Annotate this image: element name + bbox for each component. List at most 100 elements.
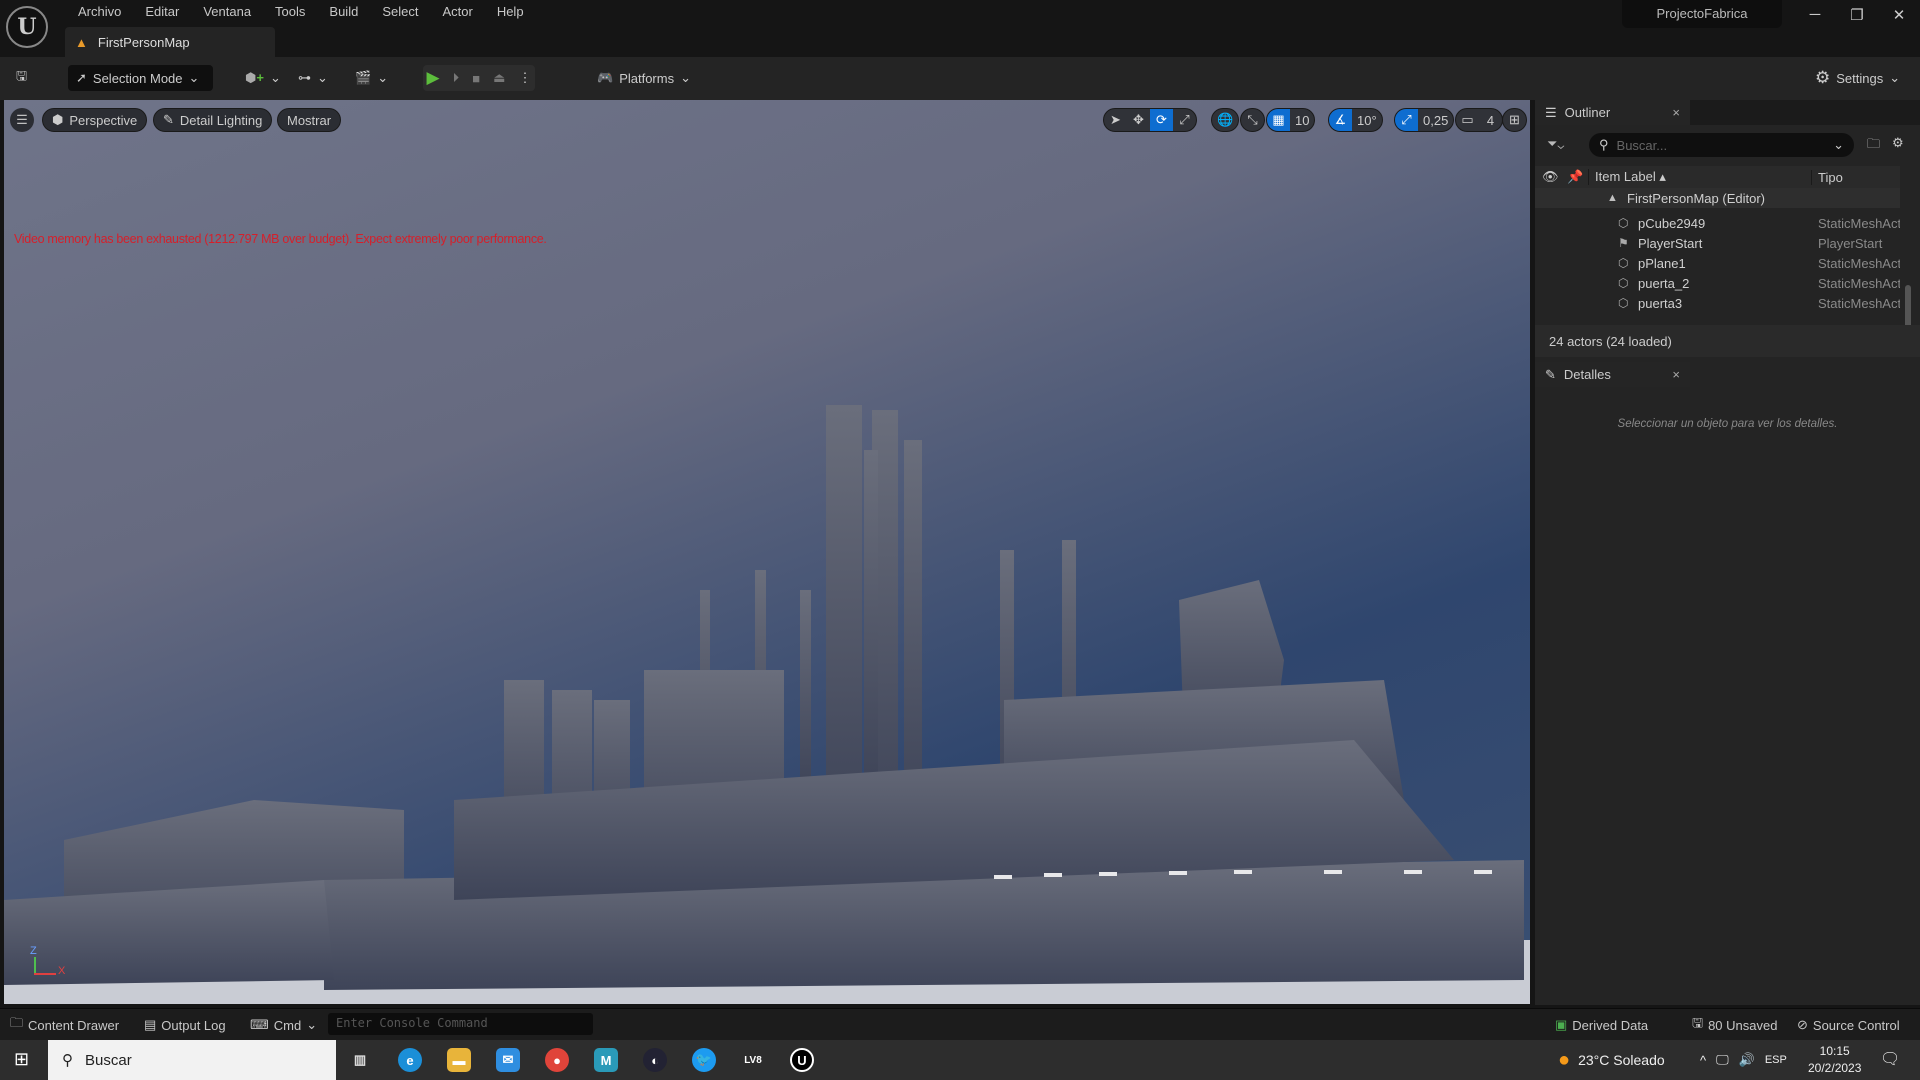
item-label: PlayerStart bbox=[1638, 235, 1703, 251]
add-folder-icon[interactable]: 🗀 bbox=[1867, 135, 1880, 157]
console-input[interactable]: Enter Console Command bbox=[328, 1013, 593, 1035]
twitter-icon[interactable]: 🐦 bbox=[692, 1048, 716, 1072]
item-type: PlayerStart bbox=[1818, 235, 1883, 251]
select-tool-icon[interactable]: ➤ bbox=[1104, 109, 1127, 131]
save-icon[interactable]: 🖫 bbox=[16, 65, 27, 91]
camera-speed[interactable]: ▭ 4 bbox=[1455, 108, 1503, 132]
weather-widget[interactable]: ● 23°C Soleado bbox=[1558, 1040, 1665, 1080]
rotation-snap[interactable]: ∡ 10° bbox=[1328, 108, 1383, 132]
tab-first-person-map[interactable]: ▲ FirstPersonMap bbox=[65, 27, 275, 57]
rotation-snap-value[interactable]: 10° bbox=[1352, 109, 1382, 131]
tab-outliner[interactable]: ☰ Outliner × bbox=[1535, 100, 1690, 125]
task-view-icon[interactable]: ▥ bbox=[348, 1048, 372, 1072]
edge-icon[interactable]: e bbox=[398, 1048, 422, 1072]
source-control-button[interactable]: ⊘ Source Control bbox=[1797, 1015, 1900, 1035]
cinema4d-icon[interactable]: ◐ bbox=[643, 1048, 667, 1072]
perspective-button[interactable]: ⬢ Perspective bbox=[42, 108, 148, 132]
stop-icon[interactable]: ■ bbox=[472, 71, 480, 86]
details-empty-message: Seleccionar un objeto para ver los detal… bbox=[1617, 418, 1838, 430]
selection-mode-dropdown[interactable]: ➚ Selection Mode ⌄ bbox=[68, 65, 213, 91]
surface-snap-toggle[interactable]: ⤡ bbox=[1240, 108, 1265, 132]
viewport-layout-button[interactable]: ⊞ bbox=[1502, 108, 1527, 132]
unreal-taskbar-icon[interactable]: U bbox=[790, 1048, 814, 1072]
scale-snap-value[interactable]: 0,25 bbox=[1418, 109, 1453, 131]
maya-icon[interactable]: M bbox=[594, 1048, 618, 1072]
lighting-mode-button[interactable]: ✎ Detail Lighting bbox=[153, 108, 273, 132]
menu-editar[interactable]: Editar bbox=[133, 4, 191, 20]
scale-snap[interactable]: ⤢ 0,25 bbox=[1394, 108, 1455, 132]
taskbar-search-label: Buscar bbox=[85, 1051, 132, 1069]
menu-build[interactable]: Build bbox=[317, 4, 370, 20]
item-label-column[interactable]: Item Label ▴ bbox=[1588, 169, 1666, 185]
output-log-button[interactable]: ▤ Output Log bbox=[144, 1015, 226, 1035]
gear-icon[interactable]: ⚙ bbox=[1892, 135, 1904, 151]
close-outliner-icon[interactable]: × bbox=[1672, 105, 1680, 120]
close-details-icon[interactable]: × bbox=[1672, 367, 1680, 382]
list-item[interactable]: ⬡ pPlane1 StaticMeshActor bbox=[1535, 253, 1900, 273]
settings-label: Settings bbox=[1836, 70, 1884, 86]
clock[interactable]: 10:15 20/2/2023 bbox=[1808, 1043, 1861, 1077]
content-drawer-icon: 🗀 bbox=[10, 1015, 24, 1030]
file-explorer-icon[interactable]: ▬ bbox=[447, 1048, 471, 1072]
viewport-menu-button[interactable]: ☰ bbox=[10, 108, 34, 132]
windows-start-icon[interactable]: ⊞ bbox=[14, 1049, 29, 1070]
unsaved-button[interactable]: 🖫 80 Unsaved bbox=[1692, 1015, 1777, 1035]
level-viewport[interactable]: ☰ ⬢ Perspective ✎ Detail Lighting Mostrar … bbox=[4, 100, 1530, 1004]
list-item[interactable]: ⬡ pCube2949 StaticMeshActor bbox=[1535, 213, 1900, 233]
blueprint-button[interactable]: ⊶ ⌄ bbox=[298, 65, 328, 91]
taskbar-search[interactable]: ⚲ Buscar bbox=[48, 1040, 336, 1080]
mail-icon[interactable]: ✉ bbox=[496, 1048, 520, 1072]
outliner-search[interactable]: ⚲ Buscar... ⌄ bbox=[1589, 133, 1854, 157]
network-icon[interactable]: 🖵 bbox=[1716, 1052, 1729, 1068]
settings-dropdown[interactable]: ⚙ Settings ⌄ bbox=[1815, 65, 1900, 91]
volume-icon[interactable]: 🔊 bbox=[1739, 1052, 1755, 1068]
close-button[interactable]: ✕ bbox=[1884, 6, 1914, 24]
type-column[interactable]: Tipo bbox=[1811, 169, 1843, 185]
logic-icon[interactable]: LV8 bbox=[741, 1048, 765, 1072]
world-local-toggle[interactable]: 🌐 bbox=[1211, 108, 1240, 132]
visibility-icon[interactable]: 👁 bbox=[1542, 169, 1559, 185]
more-icon[interactable]: ⋮ bbox=[518, 70, 531, 86]
step-icon[interactable]: ⏵ bbox=[453, 70, 460, 86]
language-indicator[interactable]: ESP bbox=[1765, 1054, 1787, 1066]
play-icon[interactable]: ▶ bbox=[427, 68, 440, 88]
outliner-root-row[interactable]: ▲ FirstPersonMap (Editor) bbox=[1535, 188, 1900, 208]
chrome-icon[interactable]: ● bbox=[545, 1048, 569, 1072]
scale-tool-icon[interactable]: ⤢ bbox=[1173, 109, 1196, 131]
add-actor-button[interactable]: ⬢+ ⌄ bbox=[245, 65, 281, 91]
list-item[interactable]: ⬡ puerta_2 StaticMeshActor bbox=[1535, 273, 1900, 293]
date: 20/2/2023 bbox=[1808, 1061, 1862, 1075]
list-item[interactable]: ⚑ PlayerStart PlayerStart bbox=[1535, 233, 1900, 253]
rotate-tool-icon[interactable]: ⟳ bbox=[1150, 109, 1173, 131]
restore-button[interactable]: ❐ bbox=[1842, 6, 1872, 24]
menu-tools[interactable]: Tools bbox=[263, 4, 317, 20]
derived-data-button[interactable]: ▣ Derived Data bbox=[1555, 1015, 1648, 1035]
list-item[interactable]: ⬡ puerta3 StaticMeshActor bbox=[1535, 293, 1900, 313]
chevron-down-icon[interactable]: ⌄ bbox=[1833, 137, 1844, 153]
tab-details[interactable]: ✎ Detalles × bbox=[1535, 362, 1690, 387]
cmd-dropdown[interactable]: ⌨ Cmd ⌄ bbox=[250, 1015, 317, 1035]
cursor-icon: ➚ bbox=[76, 70, 87, 85]
minimize-button[interactable]: ─ bbox=[1800, 6, 1830, 23]
eject-icon[interactable]: ⏏ bbox=[493, 70, 505, 86]
translate-tool-icon[interactable]: ✥ bbox=[1127, 109, 1150, 131]
item-type: StaticMeshActor bbox=[1818, 215, 1900, 231]
unsaved-icon: 🖫 bbox=[1692, 1015, 1704, 1030]
content-drawer-button[interactable]: 🗀 Content Drawer bbox=[10, 1015, 119, 1035]
chevron-up-icon[interactable]: ^ bbox=[1700, 1053, 1706, 1068]
menu-ventana[interactable]: Ventana bbox=[191, 4, 263, 20]
pin-icon[interactable]: 📌 bbox=[1567, 169, 1583, 185]
grid-snap-value[interactable]: 10 bbox=[1290, 109, 1314, 131]
menu-help[interactable]: Help bbox=[485, 4, 536, 20]
menu-select[interactable]: Select bbox=[370, 4, 430, 20]
show-button[interactable]: Mostrar bbox=[277, 108, 342, 132]
cinematics-button[interactable]: 🎬 ⌄ bbox=[355, 65, 388, 91]
menu-archivo[interactable]: Archivo bbox=[66, 4, 133, 20]
menu-actor[interactable]: Actor bbox=[430, 4, 484, 20]
platforms-dropdown[interactable]: 🎮 Platforms ⌄ bbox=[597, 65, 691, 91]
level-icon: ▲ bbox=[75, 34, 88, 50]
grid-snap[interactable]: ▦ 10 bbox=[1266, 108, 1316, 132]
notification-icon[interactable]: 🗨 bbox=[1880, 1049, 1900, 1069]
filter-icon[interactable]: ⏷⌄ bbox=[1547, 136, 1564, 152]
unreal-logo[interactable]: U bbox=[6, 6, 48, 48]
